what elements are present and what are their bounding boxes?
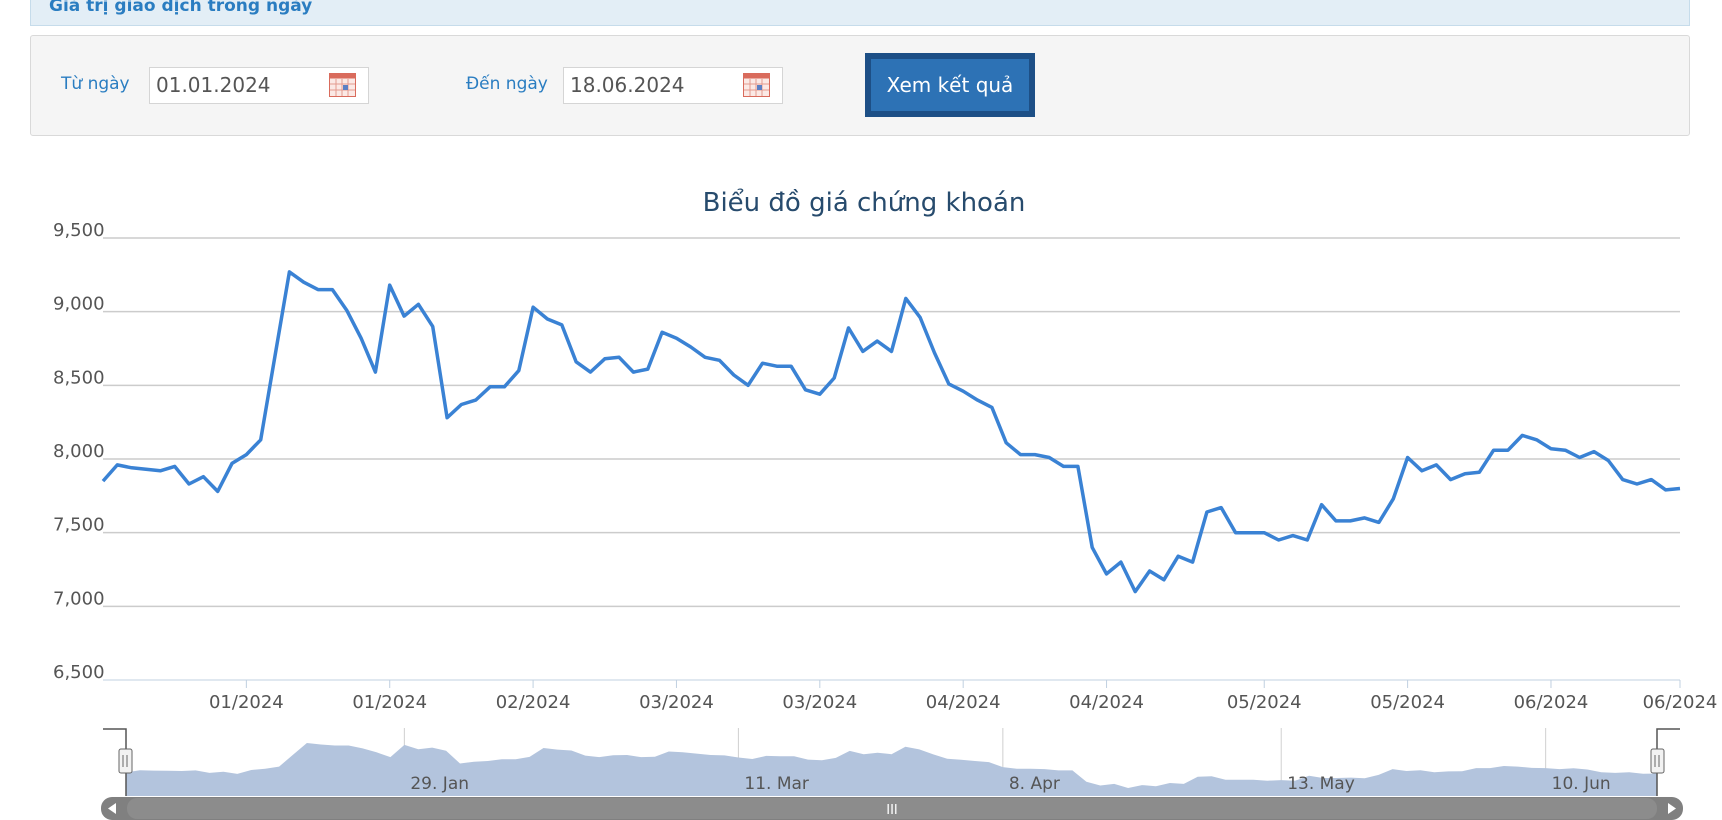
y-tick-label: 7,000: [53, 588, 105, 609]
price-series-line: [101, 270, 1681, 594]
x-tick-label: 03/2024: [639, 692, 714, 713]
y-tick-label: 6,500: [53, 662, 105, 683]
x-tick-label: 05/2024: [1370, 692, 1445, 713]
x-tick-label: 01/2024: [209, 692, 284, 713]
stock-price-chart: Biểu đồ giá chứng khoán 9,500 9,000 8,500 8…: [53, 187, 1717, 820]
x-tick-label: 04/2024: [926, 692, 1001, 713]
x-axis-labels: 01/2024 01/2024 02/2024 03/2024 03/2024 04/20…: [209, 680, 1717, 713]
x-tick-label: 06/2024: [1514, 692, 1589, 713]
navigator[interactable]: 29. Jan 11. Mar 8. Apr 13. May 10. Jun: [103, 728, 1680, 796]
y-axis-labels: 9,500 9,000 8,500 8,000 7,500 7,000 6,500: [53, 220, 105, 683]
navigator-label: 29. Jan: [410, 774, 469, 794]
navigator-label: 13. May: [1287, 774, 1355, 794]
navigator-label: 10. Jun: [1552, 774, 1611, 794]
scrollbar-grip: III: [886, 803, 898, 818]
x-tick-label: 06/2024: [1643, 692, 1718, 713]
grid-lines: [103, 237, 1680, 608]
y-tick-label: 7,500: [53, 515, 105, 536]
x-tick-label: 01/2024: [352, 692, 427, 713]
y-tick-label: 8,500: [53, 367, 105, 388]
scrollbar[interactable]: III: [101, 797, 1683, 820]
x-tick-label: 02/2024: [496, 692, 571, 713]
navigator-right-handle[interactable]: [1650, 748, 1665, 774]
navigator-label: 8. Apr: [1009, 774, 1060, 794]
x-tick-label: 04/2024: [1069, 692, 1144, 713]
navigator-left-handle[interactable]: [118, 748, 133, 774]
x-tick-label: 05/2024: [1227, 692, 1302, 713]
navigator-label: 11. Mar: [744, 774, 809, 794]
x-tick-label: 03/2024: [782, 692, 857, 713]
y-tick-label: 9,500: [53, 220, 105, 241]
y-tick-label: 9,000: [53, 294, 105, 315]
chart-title: Biểu đồ giá chứng khoán: [703, 187, 1026, 218]
y-tick-label: 8,000: [53, 441, 105, 462]
